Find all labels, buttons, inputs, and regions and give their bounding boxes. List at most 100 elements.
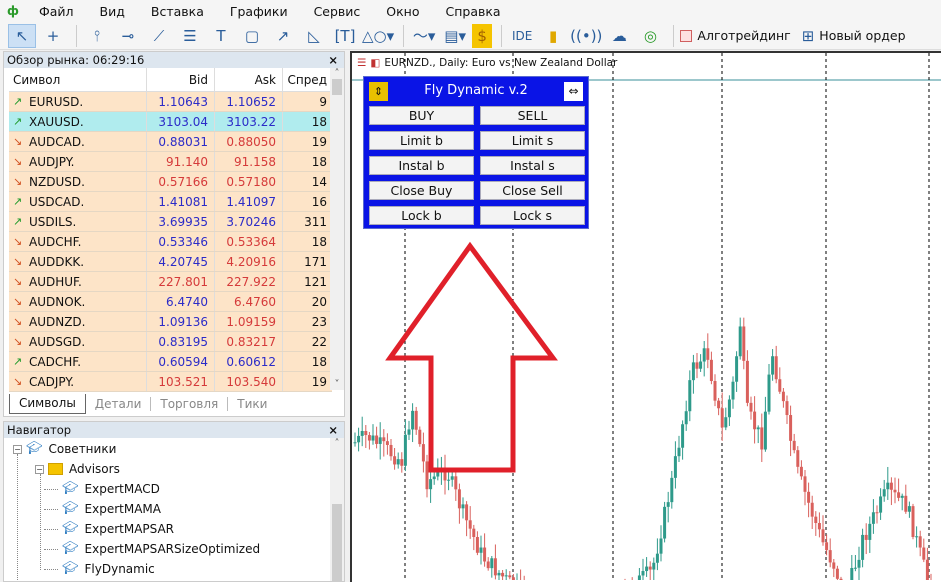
market-watch-scrollbar[interactable]: ˄ ˅ [330, 68, 344, 390]
tree-connector [44, 488, 58, 490]
bear-candle [414, 410, 418, 430]
col-spread[interactable]: Спред [283, 68, 332, 92]
text-icon[interactable]: T [207, 24, 235, 48]
col-ask[interactable]: Ask [215, 68, 283, 91]
text-label-icon[interactable]: [T] [331, 24, 359, 48]
dollar-icon[interactable]: $ [472, 23, 493, 48]
table-row[interactable]: ↘ AUDCAD. 0.88031 0.88050 19 [9, 132, 332, 152]
close-sell-button[interactable]: Close Sell [480, 181, 585, 200]
table-row[interactable]: ↘ AUDDKK. 4.20745 4.20916 171 [9, 252, 332, 272]
ide-button[interactable]: IDE [508, 24, 536, 48]
menu-charts[interactable]: Графики [217, 4, 301, 19]
chart-window-icon[interactable]: ◧ [370, 57, 380, 69]
chart-menu-icon[interactable]: ☰ [357, 57, 366, 69]
menu-file[interactable]: Файл [26, 4, 87, 19]
arrow-line-icon[interactable]: ↗ [269, 24, 297, 48]
menu-help[interactable]: Справка [433, 4, 514, 19]
bull-candle [436, 470, 440, 477]
table-row[interactable]: ↗ XAUUSD. 3103.04 3103.22 18 [9, 112, 332, 132]
new-order-button[interactable]: ⊞ Новый ордер [802, 24, 906, 48]
arrow-up-icon: ↗ [13, 195, 23, 208]
table-row[interactable]: ↘ NZDUSD. 0.57166 0.57180 14 [9, 172, 332, 192]
tree-item-expert[interactable]: 🎓︎ ExpertMAPSARSizeOptimized [44, 540, 260, 558]
lock-b-button[interactable]: Lock b [369, 206, 474, 225]
bid-cell: 4.20745 [147, 252, 215, 271]
bull-candle [439, 469, 443, 471]
table-row[interactable]: ↘ AUDJPY. 91.140 91.158 18 [9, 152, 332, 172]
rectangle-icon[interactable]: ▢ [238, 24, 266, 48]
close-buy-button[interactable]: Close Buy [369, 181, 474, 200]
trendline-icon[interactable]: ⟋ [145, 24, 173, 48]
signals-icon[interactable]: ((•)) [570, 24, 602, 48]
indicators-icon[interactable]: 〜▾ [410, 24, 438, 48]
shapes-icon[interactable]: △○▾ [362, 24, 394, 48]
col-bid[interactable]: Bid [147, 68, 215, 91]
buy-button[interactable]: BUY [369, 106, 474, 125]
table-row[interactable]: ↘ CADJPY. 103.521 103.540 19 [9, 372, 332, 392]
menu-tools[interactable]: Сервис [301, 4, 374, 19]
limit-b-button[interactable]: Limit b [369, 131, 474, 150]
table-row[interactable]: ↘ AUDSGD. 0.83195 0.83217 22 [9, 332, 332, 352]
market-bag-icon[interactable]: ▮ [539, 24, 567, 48]
tab-symbols[interactable]: Символы [9, 394, 86, 414]
tab-details[interactable]: Детали [86, 397, 152, 411]
scroll-thumb[interactable] [332, 79, 342, 95]
tree-item-expert[interactable]: 🎓︎ ExpertMACD [44, 480, 160, 498]
cursor-icon[interactable]: ↖ [8, 23, 36, 48]
arrow-down-icon: ↘ [13, 155, 23, 168]
menu-view[interactable]: Вид [87, 4, 138, 19]
collapse-icon[interactable]: − [13, 444, 22, 454]
arrow-up-icon: ↗ [13, 355, 23, 368]
col-symbol[interactable]: Символ [9, 68, 147, 91]
tree-connector [44, 548, 58, 550]
expand-panel-icon[interactable]: ⇔ [564, 82, 583, 101]
table-row[interactable]: ↘ AUDNOK. 6.4740 6.4760 20 [9, 292, 332, 312]
horizontal-line-icon[interactable]: ⊸ [114, 24, 142, 48]
bear-candle [389, 444, 393, 457]
bear-candle [375, 435, 379, 444]
tree-item-experts[interactable]: − 🎓︎ Советники [13, 440, 116, 458]
symbol-name: NZDUSD. [29, 174, 85, 189]
tree-item-expert[interactable]: 🎓︎ FlyDynamic [44, 560, 155, 578]
tree-item-expert[interactable]: 🎓︎ ExpertMAMA [44, 500, 161, 518]
tab-trading[interactable]: Торговля [151, 397, 229, 411]
close-icon[interactable]: × [328, 53, 338, 67]
instal-b-button[interactable]: Instal b [369, 156, 474, 175]
instal-s-button[interactable]: Instal s [480, 156, 585, 175]
lock-s-button[interactable]: Lock s [480, 206, 585, 225]
limit-s-button[interactable]: Limit s [480, 131, 585, 150]
tree-item-advisors-folder[interactable]: − Advisors [35, 460, 120, 478]
tab-ticks[interactable]: Тики [228, 397, 276, 411]
navigator-scrollbar[interactable]: ˄ [330, 438, 344, 581]
bear-candle [792, 440, 796, 451]
scroll-down-icon[interactable]: ˅ [330, 379, 344, 390]
menu-insert[interactable]: Вставка [138, 4, 217, 19]
symbol-name: CADJPY. [29, 374, 75, 389]
menu-window[interactable]: Окно [373, 4, 432, 19]
scroll-thumb[interactable] [332, 504, 342, 581]
collapse-icon[interactable]: − [35, 464, 44, 474]
table-row[interactable]: ↘ AUDHUF. 227.801 227.922 121 [9, 272, 332, 292]
bull-candle [868, 523, 872, 540]
ask-cell: 4.20916 [215, 252, 283, 271]
table-header: Символ Bid Ask Спред [9, 68, 332, 92]
table-row[interactable]: ↗ CADCHF. 0.60594 0.60612 18 [9, 352, 332, 372]
algo-trading-button[interactable]: Алготрейдинг [680, 24, 791, 48]
table-row[interactable]: ↗ EURUSD. 1.10643 1.10652 9 [9, 92, 332, 112]
table-row[interactable]: ↘ AUDCHF. 0.53346 0.53364 18 [9, 232, 332, 252]
vps-icon[interactable]: ◎ [636, 24, 664, 48]
table-row[interactable]: ↘ AUDNZD. 1.09136 1.09159 23 [9, 312, 332, 332]
close-icon[interactable]: × [328, 423, 338, 437]
crosshair-icon[interactable]: + [39, 24, 67, 48]
vertical-line-icon[interactable]: ⫯ [83, 24, 111, 48]
channel-icon[interactable]: ☰ [176, 24, 204, 48]
table-row[interactable]: ↗ USDILS. 3.69935 3.70246 311 [9, 212, 332, 232]
table-row[interactable]: ↗ USDCAD. 1.41081 1.41097 16 [9, 192, 332, 212]
tree-item-expert[interactable]: 🎓︎ ExpertMAPSAR [44, 520, 174, 538]
cloud-icon[interactable]: ☁ [605, 24, 633, 48]
triangle-icon[interactable]: ◺ [300, 24, 328, 48]
scroll-up-icon[interactable]: ˄ [330, 438, 344, 449]
chart-template-icon[interactable]: ▤▾ [441, 24, 469, 48]
scroll-up-icon[interactable]: ˄ [330, 68, 344, 79]
sell-button[interactable]: SELL [480, 106, 585, 125]
